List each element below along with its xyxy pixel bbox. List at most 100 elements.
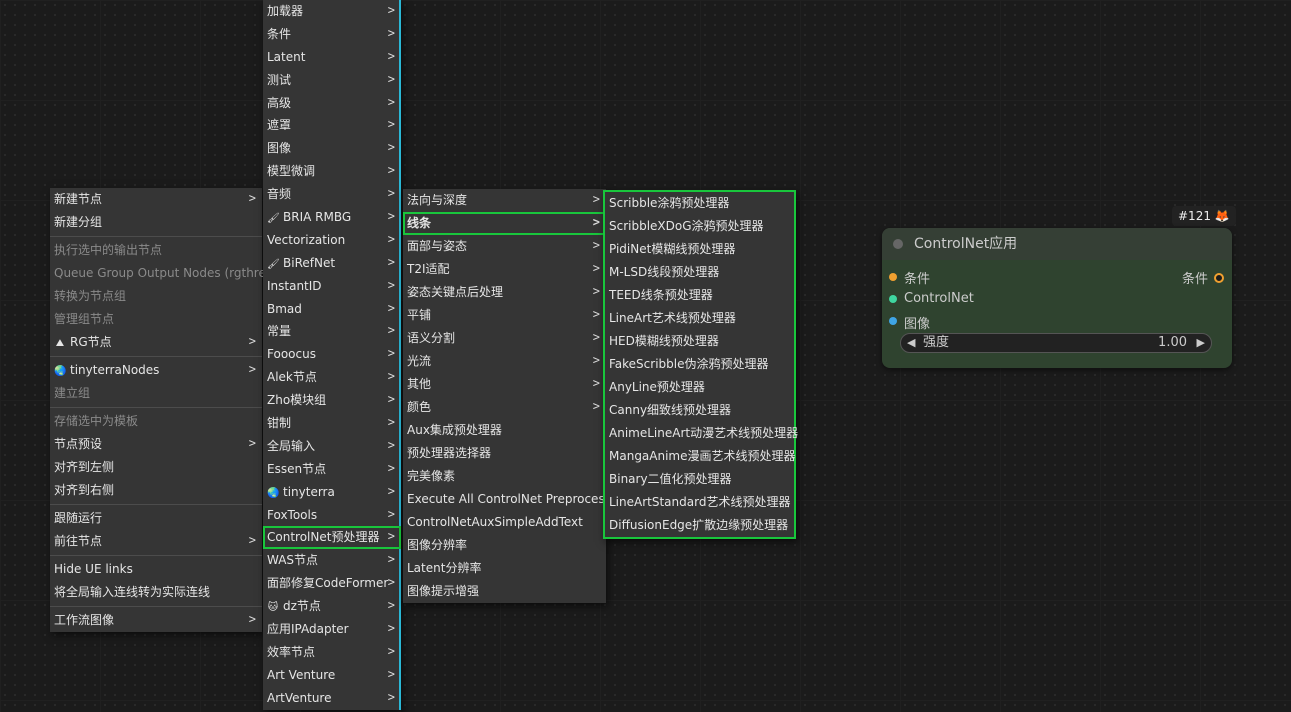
menu2-item[interactable]: 加载器 (263, 0, 401, 23)
menu1-item[interactable]: 🌏 tinyterraNodes (50, 358, 262, 382)
menu3-item[interactable]: 平铺 (403, 303, 606, 327)
menu4-item[interactable]: DiffusionEdge扩散边缘预处理器 (605, 514, 794, 537)
menu2-item[interactable]: WAS节点 (263, 548, 401, 572)
menu3-item[interactable]: 颜色 (403, 395, 606, 419)
menu1-item[interactable]: 前往节点 (50, 529, 262, 553)
menu1-item[interactable]: ⛰ RG节点 (50, 330, 262, 354)
menu1-item[interactable]: 对齐到左侧 (50, 456, 262, 479)
menu3-item[interactable]: ControlNetAuxSimpleAddText (403, 511, 606, 534)
menu2-item[interactable]: 音频 (263, 182, 401, 206)
menu2-item[interactable]: 🖌 BiRefNet (263, 251, 401, 275)
menu-item-label: 应用IPAdapter (267, 622, 349, 637)
menu-item-label: 语义分割 (407, 331, 456, 345)
menu4-item[interactable]: AnyLine预处理器 (605, 376, 794, 399)
menu1-item[interactable]: 工作流图像 (50, 608, 262, 632)
menu3-item[interactable]: Execute All ControlNet Preprocessors (403, 488, 629, 511)
menu1-item[interactable]: 新建节点 (50, 187, 262, 211)
menu2-item[interactable]: Alek节点 (263, 365, 401, 389)
menu2-item[interactable]: InstantID (263, 274, 401, 298)
menu4-item[interactable]: PidiNet模糊线预处理器 (605, 238, 794, 261)
menu2-item[interactable]: 面部修复CodeFormer (263, 571, 401, 595)
menu3-item[interactable]: 面部与姿态 (403, 234, 606, 258)
menu-item-label: 音频 (267, 187, 292, 202)
menu4-item[interactable]: Canny细致线预处理器 (605, 399, 794, 422)
menu-item-label: AnimeLineArt动漫艺术线预处理器 (609, 426, 799, 440)
increment-arrow-icon[interactable]: ▶ (1197, 334, 1205, 352)
menu2-item[interactable]: ControlNet预处理器 (263, 525, 401, 550)
menu2-item[interactable]: 应用IPAdapter (263, 617, 401, 641)
menu4-item[interactable]: MangaAnime漫画艺术线预处理器 (605, 445, 796, 468)
menu3-item[interactable]: 完美像素 (403, 465, 606, 488)
menu2-item[interactable]: Essen节点 (263, 457, 401, 481)
node-id-badge: #121 🦊 (1172, 206, 1236, 226)
menu-item-label: InstantID (267, 278, 322, 293)
menu2-item[interactable]: Latent (263, 45, 401, 69)
menu4-item[interactable]: TEED线条预处理器 (605, 284, 794, 307)
menu4-item[interactable]: AnimeLineArt动漫艺术线预处理器 (605, 422, 798, 445)
menu2-item[interactable]: 效率节点 (263, 640, 401, 664)
menu2-item[interactable]: Art Venture (263, 663, 401, 687)
menu2-item[interactable]: 图像 (263, 136, 401, 160)
menu-item-label: Canny细致线预处理器 (609, 403, 732, 417)
strength-slider[interactable]: ◀ 强度 1.00 ▶ (900, 333, 1212, 353)
menu2-item[interactable]: 条件 (263, 22, 401, 46)
menu-item-label: 节点预设 (54, 437, 103, 451)
menu-item-label: AnyLine预处理器 (609, 380, 705, 394)
menu4-item[interactable]: Binary二值化预处理器 (605, 468, 794, 491)
menu3-item[interactable]: 法向与深度 (403, 188, 606, 212)
menu1-item[interactable]: 新建分组 (50, 211, 262, 234)
menu2-item[interactable]: 全局输入 (263, 434, 401, 458)
controlnet-apply-node[interactable]: ControlNet应用 条件 ControlNet 图像 条件 ◀ 强度 1.… (882, 228, 1232, 368)
menu2-item[interactable]: 🖌 BRIA RMBG (263, 205, 401, 229)
menu3-item[interactable]: 其他 (403, 372, 606, 396)
menu-item-label: Fooocus (267, 347, 316, 362)
menu2-item[interactable]: ArtVenture (263, 686, 401, 710)
menu4-item[interactable]: LineArtStandard艺术线预处理器 (605, 491, 794, 514)
menu2-item[interactable]: 🌏 tinyterra (263, 480, 401, 504)
input-conditioning-dot-icon[interactable] (889, 273, 897, 281)
menu4-item[interactable]: LineArt艺术线预处理器 (605, 307, 794, 330)
menu2-item[interactable]: 高级 (263, 91, 401, 115)
menu3-item[interactable]: 预处理器选择器 (403, 442, 606, 465)
menu1-item[interactable]: 对齐到右侧 (50, 479, 262, 502)
menu2-item[interactable]: 常量 (263, 319, 401, 343)
menu-item-label: 平铺 (407, 308, 432, 322)
node-title-bar[interactable]: ControlNet应用 (882, 228, 1232, 260)
menu2-item[interactable]: Fooocus (263, 342, 401, 366)
menu3-item[interactable]: 线条 (403, 211, 606, 235)
menu3-item[interactable]: 图像提示增强 (403, 580, 606, 603)
menu1-item[interactable]: 节点预设 (50, 432, 262, 456)
menu1-item[interactable]: 将全局输入连线转为实际连线 (50, 581, 262, 604)
menu3-item[interactable]: 图像分辨率 (403, 534, 606, 557)
menu4-item[interactable]: M-LSD线段预处理器 (605, 261, 794, 284)
menu2-item[interactable]: Vectorization (263, 228, 401, 252)
menu4-item[interactable]: Scribble涂鸦预处理器 (605, 192, 794, 215)
menu1-item[interactable]: 跟随运行 (50, 507, 262, 530)
menu2-item[interactable]: FoxTools (263, 503, 401, 527)
input-controlnet-dot-icon[interactable] (889, 295, 897, 303)
menu3-item[interactable]: T2I适配 (403, 257, 606, 281)
menu3-item[interactable]: 光流 (403, 349, 606, 373)
menu3-item[interactable]: Aux集成预处理器 (403, 419, 606, 442)
menu3-item[interactable]: 姿态关键点后处理 (403, 280, 606, 304)
menu-item-label: Latent分辨率 (407, 561, 482, 575)
menu2-item[interactable]: 钳制 (263, 411, 401, 435)
menu3-item[interactable]: Latent分辨率 (403, 557, 606, 580)
menu1-item[interactable]: Hide UE links (50, 558, 262, 581)
menu2-item[interactable]: 🐱 dz节点 (263, 594, 401, 618)
menu1-item: 管理组节点 (50, 308, 262, 331)
menu2-item[interactable]: Zho模块组 (263, 388, 401, 412)
input-image-dot-icon[interactable] (889, 317, 897, 325)
menu2-item[interactable]: 模型微调 (263, 159, 401, 183)
decrement-arrow-icon[interactable]: ◀ (907, 334, 915, 352)
menu2-item[interactable]: Bmad (263, 297, 401, 321)
menu4-item[interactable]: ScribbleXDoG涂鸦预处理器 (605, 215, 794, 238)
menu3-item[interactable]: 语义分割 (403, 326, 606, 350)
output-conditioning-dot-icon[interactable] (1214, 273, 1224, 283)
input-controlnet-label: ControlNet (904, 291, 974, 306)
menu2-item[interactable]: 测试 (263, 68, 401, 92)
menu4-item[interactable]: FakeScribble伪涂鸦预处理器 (605, 353, 794, 376)
collapse-dot-icon[interactable] (893, 239, 903, 249)
menu2-item[interactable]: 遮罩 (263, 113, 401, 137)
menu4-item[interactable]: HED模糊线预处理器 (605, 330, 794, 353)
